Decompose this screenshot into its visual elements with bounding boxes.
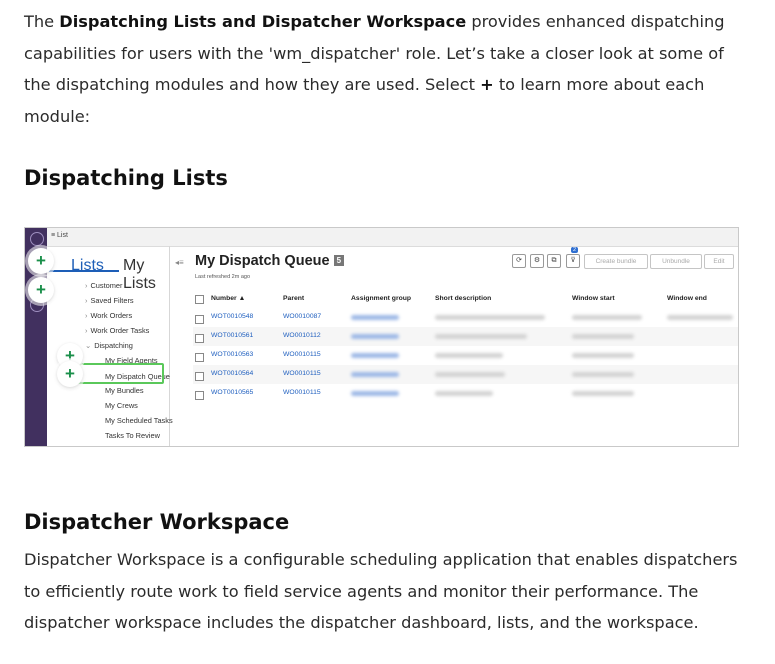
column-header-window-start[interactable]: Window start [572, 295, 615, 302]
blurred-cell [351, 353, 399, 358]
blurred-cell [435, 334, 527, 339]
selected-item-highlight [75, 363, 164, 384]
active-tab-underline [49, 270, 119, 272]
blurred-cell [435, 353, 503, 358]
sidebar-item-work-order-tasks[interactable]: › Work Order Tasks [85, 326, 149, 335]
edit-button[interactable]: Edit [704, 254, 734, 269]
hotspot-plus-button[interactable]: + [28, 248, 54, 274]
row-number-link[interactable]: WOT0010548 [211, 313, 253, 320]
blurred-cell [435, 372, 505, 377]
filter-count-badge: 2 [571, 247, 579, 253]
row-parent-link[interactable]: WO0010115 [283, 370, 321, 377]
row-parent-link[interactable]: WO0010115 [283, 351, 321, 358]
row-parent-link[interactable]: WO0010112 [283, 332, 321, 339]
row-parent-link[interactable]: WO0010115 [283, 389, 321, 396]
row-number-link[interactable]: WOT0010563 [211, 351, 253, 358]
blurred-cell [572, 391, 634, 396]
column-header-assignment-group[interactable]: Assignment group [351, 295, 411, 302]
tab-lists[interactable]: Lists [71, 257, 104, 275]
sidebar-item-work-orders[interactable]: › Work Orders [85, 311, 132, 320]
tab-my-lists[interactable]: My Lists [123, 257, 169, 293]
home-icon [30, 232, 44, 246]
blurred-cell [572, 334, 634, 339]
blurred-cell [572, 372, 634, 377]
last-refreshed-text: Last refreshed 2m ago [195, 274, 251, 280]
screenshot-topbar: ≡ List [25, 228, 738, 247]
sidebar-item-my-bundles[interactable]: My Bundles [105, 386, 144, 395]
row-number-link[interactable]: WOT0010564 [211, 370, 253, 377]
intro-text-1: The [24, 12, 60, 31]
intro-plus: + [480, 75, 494, 94]
filter-icon[interactable]: ⊽ [566, 254, 580, 268]
row-checkbox[interactable] [195, 372, 204, 381]
column-header-number[interactable]: Number ▲ [211, 295, 245, 302]
column-header-short-description[interactable]: Short description [435, 295, 491, 302]
unbundle-button[interactable]: Unbundle [650, 254, 702, 269]
settings-icon[interactable]: ⚙ [530, 254, 544, 268]
blurred-cell [351, 391, 399, 396]
blurred-cell [572, 353, 634, 358]
list-tab-label: ≡ List [51, 232, 68, 239]
row-parent-link[interactable]: WO0010087 [283, 313, 321, 320]
column-header-window-end[interactable]: Window end [667, 295, 707, 302]
refresh-icon[interactable]: ⟳ [512, 254, 526, 268]
hotspot-plus-button[interactable]: + [57, 361, 83, 387]
blurred-cell [435, 315, 545, 320]
dispatcher-workspace-heading: Dispatcher Workspace [24, 510, 290, 534]
hotspot-plus-button[interactable]: + [28, 277, 54, 303]
row-number-link[interactable]: WOT0010565 [211, 389, 253, 396]
row-number-link[interactable]: WOT0010561 [211, 332, 253, 339]
row-checkbox[interactable] [195, 315, 204, 324]
export-icon[interactable]: ⧉ [547, 254, 561, 268]
blurred-cell [351, 334, 399, 339]
sidebar-item-saved-filters[interactable]: › Saved Filters [85, 296, 134, 305]
row-checkbox[interactable] [195, 391, 204, 400]
intro-paragraph: The Dispatching Lists and Dispatcher Wor… [24, 6, 754, 132]
sidebar-item-customer[interactable]: › Customer [85, 281, 123, 290]
column-header-parent[interactable]: Parent [283, 295, 304, 302]
queue-count-badge: 5 [333, 255, 345, 266]
queue-title: My Dispatch Queue 5 [195, 253, 345, 269]
dispatching-lists-heading: Dispatching Lists [24, 166, 228, 190]
blurred-cell [667, 315, 733, 320]
dispatch-queue-screenshot: ≡ List Lists My Lists › Customer › Saved F… [24, 227, 739, 447]
sidebar-item-my-crews[interactable]: My Crews [105, 401, 138, 410]
blurred-cell [351, 372, 399, 377]
workspace-description: Dispatcher Workspace is a configurable s… [24, 550, 738, 632]
blurred-cell [351, 315, 399, 320]
sidebar-item-my-scheduled-tasks[interactable]: My Scheduled Tasks [105, 416, 173, 425]
select-all-checkbox[interactable] [195, 295, 204, 304]
create-bundle-button[interactable]: Create bundle [584, 254, 648, 269]
blurred-cell [435, 391, 493, 396]
blurred-cell [572, 315, 642, 320]
sidebar-item-tasks-to-review[interactable]: Tasks To Review [105, 431, 160, 440]
collapse-icon[interactable]: ◂≡ [175, 258, 184, 267]
row-checkbox[interactable] [195, 353, 204, 362]
row-checkbox[interactable] [195, 334, 204, 343]
intro-bold-title: Dispatching Lists and Dispatcher Workspa… [59, 12, 467, 31]
sidebar-item-dispatching[interactable]: ⌄ Dispatching [85, 341, 133, 350]
